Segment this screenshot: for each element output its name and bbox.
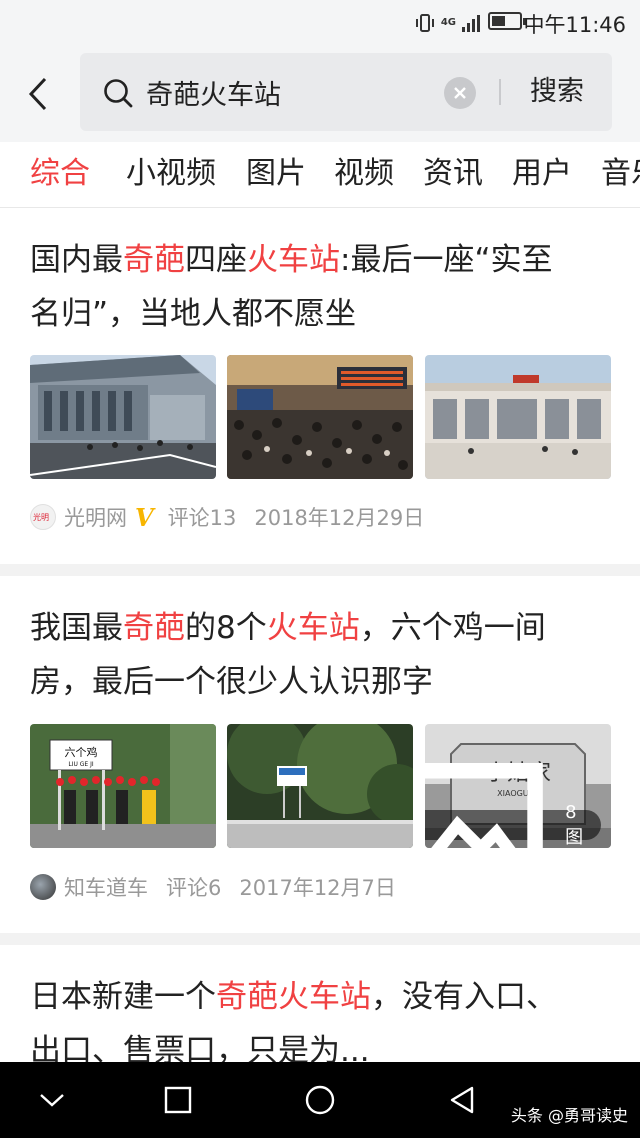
article-thumbnail[interactable]: [227, 355, 413, 479]
title-line: 名归”，当地人都不愿坐: [30, 287, 615, 341]
publish-date: 2018年12月29日: [254, 506, 425, 530]
status-bar: 4G 中午11:46: [0, 0, 640, 44]
article-title[interactable]: 日本新建一个奇葩火车站，没有入口、 出口、售票口，只是为...: [30, 970, 615, 1062]
tab-video[interactable]: 视频: [334, 152, 394, 196]
search-box[interactable]: 搜索: [80, 53, 612, 131]
article-title[interactable]: 国内最奇葩四座火车站:最后一座“实至 名归”，当地人都不愿坐: [30, 233, 615, 341]
article-meta: 知车道车 评论6 2017年12月7日: [30, 872, 396, 902]
source-avatar: [30, 874, 56, 900]
article-thumbnail[interactable]: [425, 355, 611, 479]
title-text: 名归”，当地人都不愿坐: [30, 296, 357, 332]
verified-badge: V: [135, 502, 154, 532]
article-card[interactable]: 日本新建一个奇葩火车站，没有入口、 出口、售票口，只是为...: [0, 945, 640, 1062]
article-card[interactable]: 国内最奇葩四座火车站:最后一座“实至 名归”，当地人都不愿坐 光明 光明网 V …: [0, 208, 640, 564]
article-title[interactable]: 我国最奇葩的8个火车站，六个鸡一间 房，最后一个很少人认识那字: [30, 601, 615, 709]
search-icon: [104, 79, 133, 108]
source-name[interactable]: 知车道车: [64, 872, 148, 902]
network-type: 4G: [440, 17, 456, 28]
title-text: 房，最后一个很少人认识那字: [30, 664, 433, 700]
square-icon: [164, 1086, 192, 1114]
title-line: 日本新建一个奇葩火车站，没有入口、: [30, 970, 615, 1024]
battery-icon: [488, 12, 526, 30]
nav-back-button[interactable]: [442, 1080, 482, 1120]
tab-short-video[interactable]: 小视频: [126, 152, 216, 196]
watermark: 头条 @勇哥读史: [510, 1106, 628, 1125]
article-thumbnail[interactable]: [227, 724, 413, 848]
tab-users[interactable]: 用户: [512, 152, 572, 196]
vibrate-icon: [415, 14, 434, 32]
back-button[interactable]: [18, 72, 58, 116]
battery-level: [492, 16, 505, 26]
title-text: 出口、售票口，只是为...: [30, 1033, 370, 1062]
title-line: 国内最奇葩四座火车站:最后一座“实至: [30, 233, 615, 287]
clear-search-button[interactable]: [444, 77, 476, 109]
close-icon: [454, 87, 466, 99]
article-thumbnail[interactable]: 小姑家 XIAOGUJIA 8图: [425, 724, 611, 848]
title-text: 的8个: [185, 610, 267, 646]
card-divider: [0, 564, 640, 576]
tab-news[interactable]: 资讯: [423, 152, 483, 196]
search-results: 国内最奇葩四座火车站:最后一座“实至 名归”，当地人都不愿坐 光明 光明网 V …: [0, 208, 640, 1062]
circle-icon: [305, 1085, 335, 1115]
title-text: ，没有入口、: [371, 979, 557, 1015]
tab-all[interactable]: 综合: [30, 152, 90, 196]
keyword-highlight: 奇葩: [123, 242, 185, 278]
card-divider: [0, 933, 640, 945]
title-line: 房，最后一个很少人认识那字: [30, 655, 615, 709]
keyword-highlight: 火车站: [247, 242, 340, 278]
status-time: 中午11:46: [523, 13, 626, 37]
title-text: 国内最: [30, 242, 123, 278]
nav-home-button[interactable]: [300, 1080, 340, 1120]
sign-pinyin: LIU GE JI: [68, 761, 94, 768]
comment-count: 评论13: [167, 506, 237, 530]
source-avatar: 光明: [30, 504, 56, 530]
title-line: 我国最奇葩的8个火车站，六个鸡一间: [30, 601, 615, 655]
image-icon: [425, 763, 543, 848]
image-count: 8图: [565, 801, 584, 848]
article-meta: 光明 光明网 V 评论13 2018年12月29日: [30, 502, 424, 532]
chevron-down-icon: [40, 1094, 64, 1107]
svg-text:光明: 光明: [33, 512, 49, 522]
title-text: 我国最: [30, 610, 123, 646]
article-thumbnail[interactable]: 六个鸡 LIU GE JI: [30, 724, 216, 848]
search-header: 搜索: [0, 44, 640, 142]
tab-music[interactable]: 音乐: [601, 152, 640, 196]
nav-recents-button[interactable]: [158, 1080, 198, 1120]
search-divider: [499, 79, 501, 105]
title-text: 日本新建一个: [30, 979, 216, 1015]
keyword-highlight: 奇葩: [123, 610, 185, 646]
tab-images[interactable]: 图片: [246, 152, 306, 196]
search-submit-button[interactable]: 搜索: [512, 69, 602, 115]
article-card[interactable]: 我国最奇葩的8个火车站，六个鸡一间 房，最后一个很少人认识那字 六个鸡 LIU …: [0, 576, 640, 933]
title-text: ，六个鸡一间: [359, 610, 546, 646]
title-text: 四座: [185, 242, 247, 278]
source-name[interactable]: 光明网: [64, 502, 127, 532]
keyword-highlight: 火车站: [266, 610, 360, 646]
status-icons: 4G: [415, 12, 480, 34]
signal-icon: [462, 14, 480, 32]
system-nav-bar: 头条 @勇哥读史: [0, 1062, 640, 1138]
title-line: 出口、售票口，只是为...: [30, 1024, 615, 1062]
sign-text: 六个鸡: [65, 745, 98, 759]
image-count-badge: 8图: [425, 763, 601, 848]
keyword-highlight: 奇葩火车站: [216, 979, 371, 1015]
title-text: :最后一座“实至: [340, 242, 553, 278]
comment-count: 评论6: [166, 876, 222, 900]
chevron-left-icon: [28, 77, 47, 111]
publish-date: 2017年12月7日: [239, 876, 396, 900]
nav-hide-button[interactable]: [32, 1080, 72, 1120]
article-thumbnail[interactable]: [30, 355, 216, 479]
category-tabs: 综合 小视频 图片 视频 资讯 用户 音乐: [0, 142, 640, 208]
triangle-back-icon: [450, 1086, 474, 1114]
